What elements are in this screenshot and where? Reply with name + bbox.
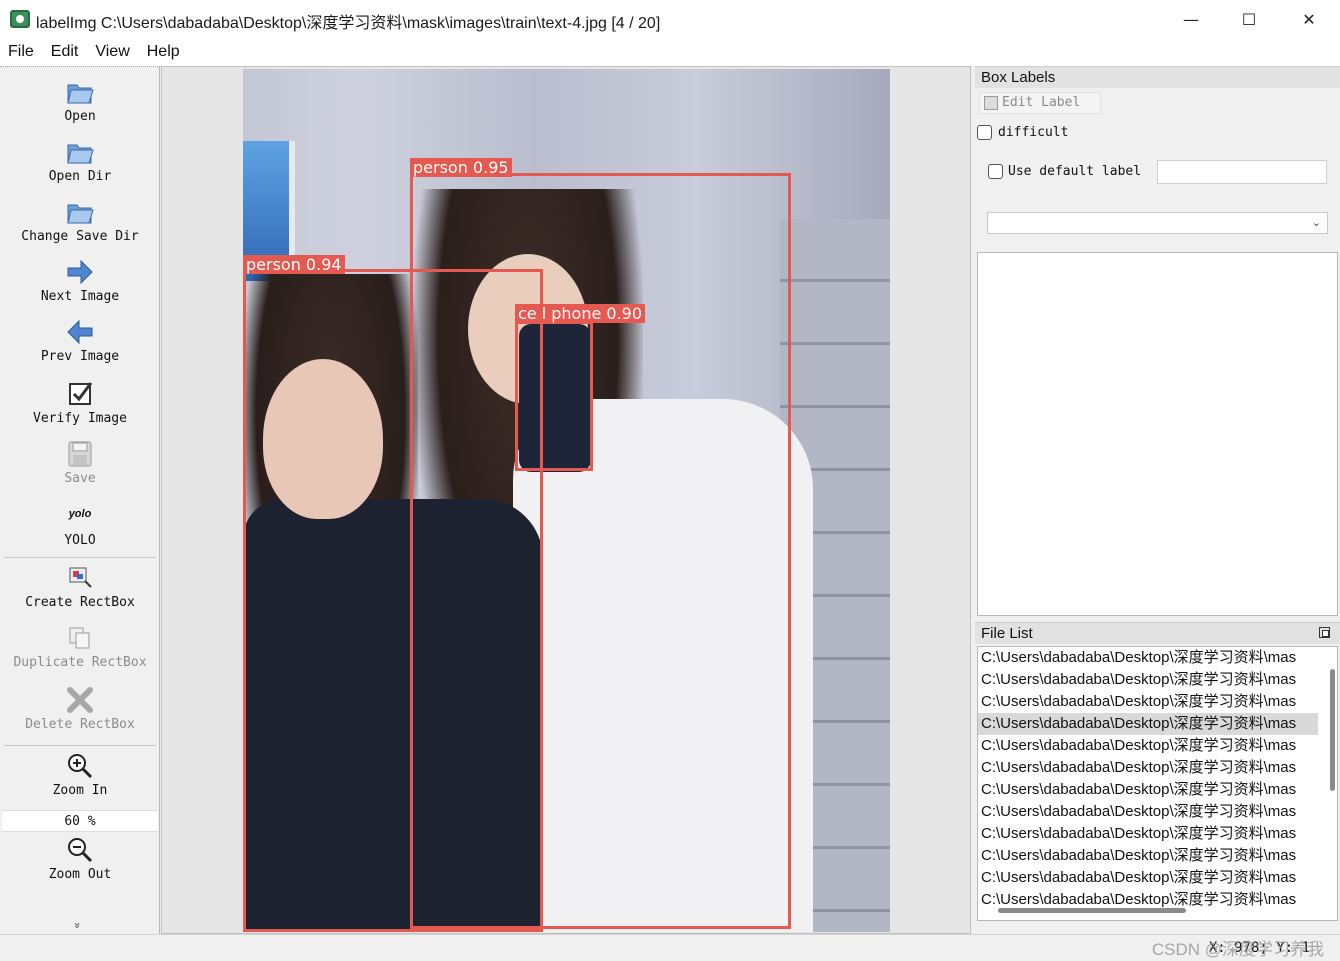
image-photo[interactable]: person 0.95 person 0.94 ce l phone 0.90 xyxy=(243,69,890,932)
checkbox-checked-icon xyxy=(69,382,93,405)
label-combobox[interactable]: ⌄ xyxy=(987,212,1328,234)
menu-file[interactable]: File xyxy=(8,43,34,61)
difficult-label: difficult xyxy=(998,125,1069,140)
format-label: YOLO xyxy=(64,533,96,548)
file-list-vertical-scrollbar[interactable] xyxy=(1330,669,1335,791)
menu-bar: File Edit View Help xyxy=(0,38,1340,66)
maximize-button[interactable]: ☐ xyxy=(1220,0,1278,38)
zoom-in-label: Zoom In xyxy=(52,783,108,798)
toolbar-extension-icon[interactable]: » xyxy=(71,922,84,929)
format-yolo-button[interactable]: yolo YOLO xyxy=(0,503,160,548)
bbox-person-left[interactable] xyxy=(243,269,543,932)
app-icon xyxy=(10,10,30,28)
window-title: labelImg C:\Users\dabadaba\Desktop\深度学习资… xyxy=(36,15,661,32)
close-button[interactable]: ✕ xyxy=(1280,0,1338,38)
zoom-out-icon xyxy=(68,838,93,863)
file-list-item[interactable]: C:\Users\dabadaba\Desktop\深度学习资料\mas xyxy=(978,845,1318,867)
copy-icon xyxy=(69,627,90,649)
yolo-icon: yolo xyxy=(68,508,92,520)
bbox-label: ce l phone 0.90 xyxy=(515,304,646,323)
folder-open-icon xyxy=(67,204,94,224)
file-list-item[interactable]: C:\Users\dabadaba\Desktop\深度学习资料\mas xyxy=(978,669,1318,691)
title-bar[interactable]: labelImg C:\Users\dabadaba\Desktop\深度学习资… xyxy=(0,0,1340,38)
create-rectbox-label: Create RectBox xyxy=(25,595,135,610)
change-save-dir-label: Change Save Dir xyxy=(21,229,139,244)
image-canvas[interactable]: person 0.95 person 0.94 ce l phone 0.90 xyxy=(161,66,971,934)
difficult-checkbox[interactable] xyxy=(977,125,992,140)
minimize-button[interactable]: — xyxy=(1162,0,1220,38)
default-label-input[interactable] xyxy=(1157,160,1327,184)
zoom-out-label: Zoom Out xyxy=(48,867,112,882)
delete-rectbox-button[interactable]: Delete RectBox xyxy=(0,685,160,732)
zoom-in-button[interactable]: Zoom In xyxy=(0,751,160,798)
next-image-button[interactable]: Next Image xyxy=(0,257,160,304)
menu-view[interactable]: View xyxy=(95,43,129,61)
menu-help[interactable]: Help xyxy=(147,43,180,61)
file-list-item[interactable]: C:\Users\dabadaba\Desktop\深度学习资料\mas xyxy=(978,823,1318,845)
file-list-item-selected[interactable]: C:\Users\dabadaba\Desktop\深度学习资料\mas xyxy=(978,713,1318,735)
open-dir-button[interactable]: Open Dir xyxy=(0,137,160,184)
file-list-item[interactable]: C:\Users\dabadaba\Desktop\深度学习资料\mas xyxy=(978,867,1318,889)
delete-x-icon xyxy=(67,687,93,713)
bbox-label: person 0.94 xyxy=(243,255,345,274)
save-button[interactable]: Save xyxy=(0,439,160,486)
file-list-item[interactable]: C:\Users\dabadaba\Desktop\深度学习资料\mas xyxy=(978,735,1318,757)
create-rect-icon xyxy=(69,567,92,588)
toolbar-separator xyxy=(4,745,156,746)
arrow-left-icon xyxy=(67,319,93,345)
file-list[interactable]: C:\Users\dabadaba\Desktop\深度学习资料\mas C:\… xyxy=(977,646,1338,921)
left-toolbar: Open Open Dir Change Save Dir Next Image xyxy=(0,66,160,934)
bbox-label: person 0.95 xyxy=(410,158,512,177)
open-button[interactable]: Open xyxy=(0,77,160,124)
verify-image-label: Verify Image xyxy=(33,411,127,426)
edit-label-button[interactable]: Edit Label xyxy=(979,92,1101,114)
label-list[interactable] xyxy=(977,252,1338,616)
menu-edit[interactable]: Edit xyxy=(51,43,79,61)
folder-open-icon xyxy=(67,84,94,104)
use-default-label-label: Use default label xyxy=(1008,164,1142,179)
use-default-label-checkbox[interactable] xyxy=(988,164,1003,179)
edit-pencil-icon xyxy=(984,96,998,110)
duplicate-rectbox-label: Duplicate RectBox xyxy=(13,655,147,670)
file-list-item[interactable]: C:\Users\dabadaba\Desktop\深度学习资料\mas xyxy=(978,801,1318,823)
file-list-title-text: File List xyxy=(981,625,1033,642)
toolbar-separator xyxy=(4,557,156,558)
save-label: Save xyxy=(64,471,96,486)
open-dir-label: Open Dir xyxy=(48,169,112,184)
watermark-text: CSDN @深度学习养我 xyxy=(1151,940,1324,959)
zoom-level-spinbox[interactable]: 60 % xyxy=(2,810,158,832)
delete-rectbox-label: Delete RectBox xyxy=(25,717,135,732)
zoom-in-icon xyxy=(68,754,93,779)
file-list-item[interactable]: C:\Users\dabadaba\Desktop\深度学习资料\mas xyxy=(978,779,1318,801)
file-list-item[interactable]: C:\Users\dabadaba\Desktop\深度学习资料\mas xyxy=(978,647,1318,669)
chevron-down-icon: ⌄ xyxy=(1311,216,1321,229)
file-list-item[interactable]: C:\Users\dabadaba\Desktop\深度学习资料\mas xyxy=(978,757,1318,779)
zoom-out-button[interactable]: Zoom Out xyxy=(0,835,160,882)
file-list-horizontal-scrollbar[interactable] xyxy=(998,908,1186,913)
box-labels-title: Box Labels xyxy=(975,66,1340,88)
file-list-item[interactable]: C:\Users\dabadaba\Desktop\深度学习资料\mas xyxy=(978,691,1318,713)
next-image-label: Next Image xyxy=(40,289,120,304)
folder-open-icon xyxy=(67,144,94,164)
edit-label-text: Edit Label xyxy=(1002,95,1081,110)
prev-image-button[interactable]: Prev Image xyxy=(0,317,160,364)
file-list-title: File List xyxy=(975,622,1340,644)
labelimg-window: labelImg C:\Users\dabadaba\Desktop\深度学习资… xyxy=(0,0,1340,961)
box-labels-title-text: Box Labels xyxy=(981,69,1056,86)
duplicate-rectbox-button[interactable]: Duplicate RectBox xyxy=(0,623,160,670)
right-dock-panel: Box Labels Edit Label difficult Use defa… xyxy=(975,66,1340,934)
floppy-disk-icon xyxy=(68,441,92,467)
status-bar: X: 978; Y: 1 CSDN @深度学习养我 xyxy=(0,934,1340,961)
prev-image-label: Prev Image xyxy=(40,349,120,364)
dock-float-icon[interactable] xyxy=(1319,627,1330,638)
verify-image-button[interactable]: Verify Image xyxy=(0,379,160,426)
bbox-cell-phone[interactable] xyxy=(515,321,593,471)
change-save-dir-button[interactable]: Change Save Dir xyxy=(0,197,160,244)
open-label: Open xyxy=(64,109,96,124)
arrow-right-icon xyxy=(67,259,93,285)
create-rectbox-button[interactable]: Create RectBox xyxy=(0,563,160,610)
